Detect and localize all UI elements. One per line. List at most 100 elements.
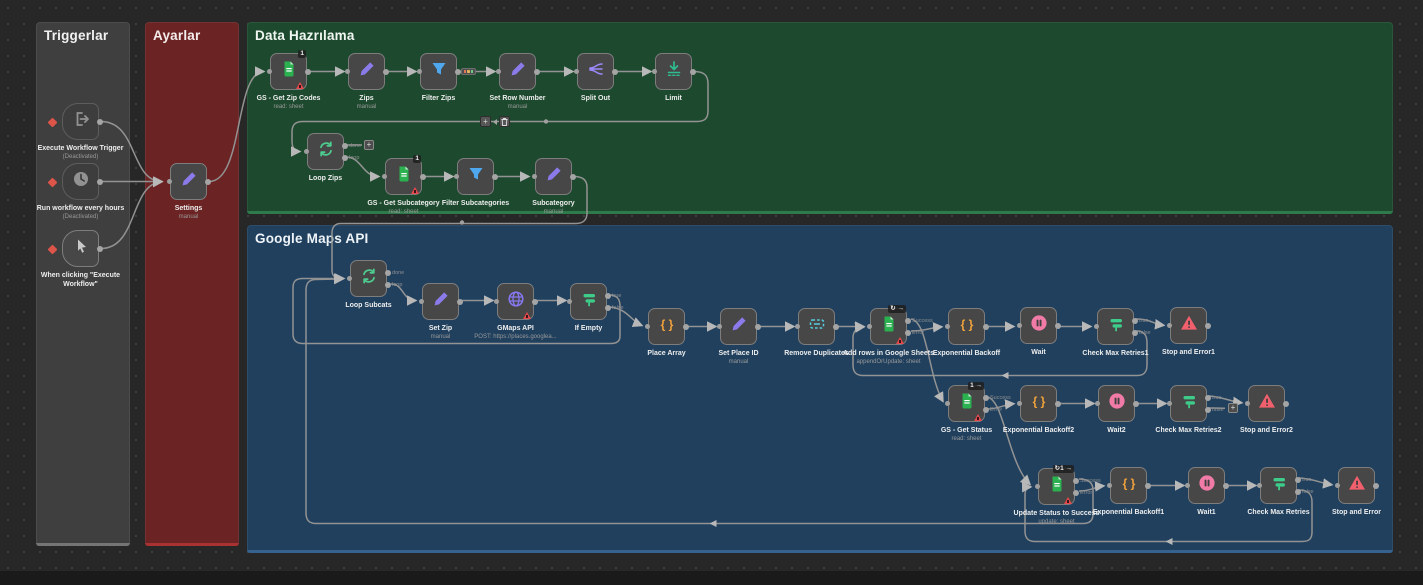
output-port[interactable]	[683, 324, 689, 330]
output-port[interactable]	[97, 246, 103, 252]
input-port[interactable]	[1017, 401, 1022, 406]
node-execute-workflow-trigger[interactable]: Execute Workflow Trigger(Deactivated)	[33, 103, 128, 162]
add-node-button[interactable]: +	[364, 140, 374, 150]
input-port[interactable]	[645, 324, 650, 329]
output-port[interactable]	[1055, 401, 1061, 407]
output-port[interactable]	[1373, 483, 1379, 489]
input-port[interactable]	[1035, 484, 1040, 489]
node-box[interactable]	[1170, 307, 1207, 344]
node-box[interactable]	[798, 308, 835, 345]
input-port[interactable]	[1094, 324, 1099, 329]
connection-midpoint-dot[interactable]	[544, 119, 548, 123]
input-port[interactable]	[1095, 401, 1100, 406]
node-box[interactable]: ↻ →SuccessError	[870, 308, 907, 345]
node-box[interactable]: truefalse	[570, 283, 607, 320]
node-box[interactable]	[1020, 307, 1057, 344]
output-port[interactable]	[534, 69, 540, 75]
node-box[interactable]	[62, 163, 99, 200]
node-box[interactable]: truefalse	[1260, 467, 1297, 504]
node-box[interactable]	[535, 158, 572, 195]
node-box[interactable]	[1248, 385, 1285, 422]
input-port[interactable]	[1257, 483, 1262, 488]
output-port[interactable]	[983, 324, 989, 330]
output-port[interactable]	[1055, 323, 1061, 329]
input-port[interactable]	[347, 276, 352, 281]
output-port-success[interactable]	[1073, 478, 1079, 484]
input-port[interactable]	[1017, 323, 1022, 328]
input-port[interactable]	[496, 69, 501, 74]
node-box[interactable]	[1338, 467, 1375, 504]
output-port-true[interactable]	[605, 293, 611, 299]
output-port[interactable]	[205, 179, 211, 185]
input-port[interactable]	[167, 179, 172, 184]
output-port-success[interactable]	[983, 395, 989, 401]
node-schedule-trigger[interactable]: Run workflow every hours(Deactivated)	[33, 163, 128, 222]
output-port-loop[interactable]	[385, 282, 391, 288]
output-port-false[interactable]	[605, 305, 611, 311]
node-stop-and-error1[interactable]: Stop and Error1	[1141, 307, 1236, 357]
node-box[interactable]: doneloop	[350, 260, 387, 297]
node-settings[interactable]: Settingsmanual	[141, 163, 236, 222]
input-port[interactable]	[494, 299, 499, 304]
node-box[interactable]	[497, 283, 534, 320]
input-port[interactable]	[382, 174, 387, 179]
output-port[interactable]	[1133, 401, 1139, 407]
output-port[interactable]	[1145, 483, 1151, 489]
output-port[interactable]	[457, 299, 463, 305]
node-subcategory[interactable]: Subcategorymanual	[506, 158, 601, 217]
input-port[interactable]	[867, 324, 872, 329]
input-port[interactable]	[717, 324, 722, 329]
output-port[interactable]	[492, 174, 498, 180]
node-manual-trigger[interactable]: When clicking "Execute Workflow"	[33, 230, 128, 289]
input-port[interactable]	[795, 324, 800, 329]
input-port[interactable]	[1167, 401, 1172, 406]
output-port[interactable]	[612, 69, 618, 75]
input-port[interactable]	[417, 69, 422, 74]
input-port[interactable]	[1335, 483, 1340, 488]
input-port[interactable]	[454, 174, 459, 179]
node-box[interactable]: doneloop	[307, 133, 344, 170]
input-port[interactable]	[574, 69, 579, 74]
output-port-error[interactable]	[983, 407, 989, 413]
output-port[interactable]	[833, 324, 839, 330]
input-port[interactable]	[1167, 323, 1172, 328]
output-port[interactable]	[305, 69, 311, 75]
input-port[interactable]	[945, 324, 950, 329]
output-port[interactable]	[532, 299, 538, 305]
output-port-false[interactable]	[1295, 489, 1301, 495]
node-box[interactable]: truefalse	[1170, 385, 1207, 422]
output-port[interactable]	[420, 174, 426, 180]
node-box[interactable]: 1	[270, 53, 307, 90]
node-box[interactable]	[499, 53, 536, 90]
node-box[interactable]	[420, 53, 457, 90]
output-port[interactable]	[1283, 401, 1289, 407]
output-port[interactable]	[97, 179, 103, 185]
output-port-loop[interactable]	[342, 155, 348, 161]
add-node-button[interactable]: +	[1228, 403, 1238, 413]
node-box[interactable]: 1 →SuccessError	[948, 385, 985, 422]
node-box[interactable]	[170, 163, 207, 200]
input-port[interactable]	[1185, 483, 1190, 488]
add-node-on-connection-button[interactable]: +	[480, 116, 491, 127]
node-box[interactable]	[457, 158, 494, 195]
output-port[interactable]	[1205, 323, 1211, 329]
output-port-done[interactable]	[385, 270, 391, 276]
node-box[interactable]	[62, 103, 99, 140]
input-port[interactable]	[419, 299, 424, 304]
node-box[interactable]: truefalse	[1097, 308, 1134, 345]
output-port-true[interactable]	[1295, 477, 1301, 483]
input-port[interactable]	[345, 69, 350, 74]
output-port-true[interactable]	[1205, 395, 1211, 401]
node-box[interactable]: ↻1 →SuccessError	[1038, 468, 1075, 505]
input-port[interactable]	[304, 149, 309, 154]
input-port[interactable]	[532, 174, 537, 179]
output-port[interactable]	[570, 174, 576, 180]
output-port-false[interactable]	[1132, 330, 1138, 336]
output-port[interactable]	[690, 69, 696, 75]
input-port[interactable]	[267, 69, 272, 74]
output-port[interactable]	[455, 69, 461, 75]
node-box[interactable]	[62, 230, 99, 267]
output-port[interactable]	[1223, 483, 1229, 489]
output-port-done[interactable]	[342, 143, 348, 149]
node-box[interactable]: { }	[648, 308, 685, 345]
